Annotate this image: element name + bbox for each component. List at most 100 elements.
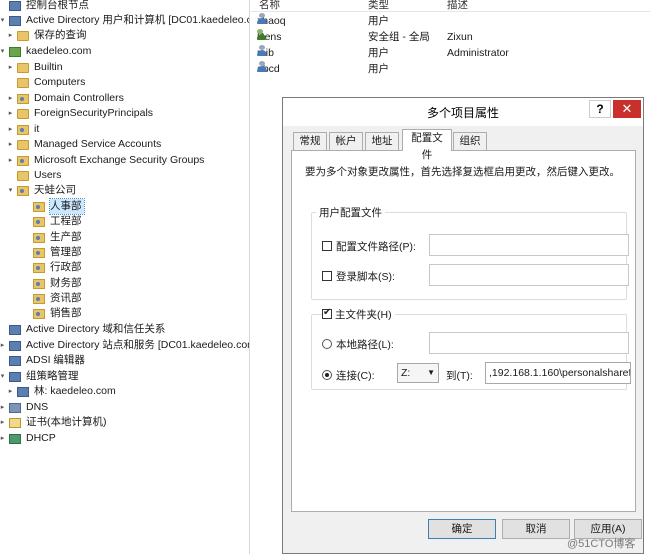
- list-item[interactable]: zhaoq 用户: [251, 13, 650, 29]
- tree-item-label: 保存的查询: [34, 29, 87, 41]
- drive-letter-value: Z:: [401, 367, 411, 379]
- tree-item[interactable]: 工程部: [22, 214, 82, 229]
- expand-right-icon[interactable]: ▸: [0, 415, 7, 430]
- tab-organization[interactable]: 组织: [453, 132, 487, 150]
- tree-item-label: Active Directory 域和信任关系: [26, 323, 166, 335]
- tree-item[interactable]: ▸ Domain Controllers: [6, 91, 124, 106]
- home-folder-checkbox[interactable]: [322, 307, 332, 319]
- list-item[interactable]: mib 用户 Administrator: [251, 45, 650, 61]
- connect-radio[interactable]: [322, 370, 332, 380]
- drive-letter-select[interactable]: Z: ▼: [397, 363, 439, 383]
- expand-down-icon[interactable]: ▾: [0, 44, 7, 59]
- local-path-radio[interactable]: [322, 339, 332, 349]
- tree-item-label: kaedeleo.com: [26, 45, 92, 57]
- tree-item[interactable]: 资讯部: [22, 291, 82, 306]
- tree-item-label: ForeignSecurityPrincipals: [34, 107, 154, 119]
- expand-down-icon[interactable]: ▾: [0, 13, 7, 28]
- column-header-type[interactable]: 类型: [368, 0, 389, 11]
- tree-item[interactable]: ▸ DNS: [0, 400, 48, 415]
- tree-item-label: Managed Service Accounts: [34, 138, 162, 150]
- tree-item[interactable]: 人事部: [22, 198, 85, 215]
- logon-script-field[interactable]: [429, 264, 629, 286]
- folder-icon: [17, 139, 29, 150]
- tree-item-label: 林: kaedeleo.com: [34, 385, 116, 397]
- connect-path-field[interactable]: ,192.168.1.160\personalsharefile: [485, 362, 631, 384]
- tree-item[interactable]: Active Directory 域和信任关系: [0, 322, 165, 337]
- tree-item[interactable]: 行政部: [22, 260, 82, 275]
- profile-path-checkbox[interactable]: [322, 241, 332, 251]
- expand-right-icon[interactable]: ▸: [6, 106, 15, 121]
- expand-right-icon[interactable]: ▸: [0, 431, 7, 446]
- close-button[interactable]: ✕: [613, 100, 641, 118]
- expand-right-icon[interactable]: ▸: [6, 91, 15, 106]
- tree-item[interactable]: Users: [6, 168, 61, 183]
- user-profile-group-legend: 用户配置文件: [316, 205, 385, 220]
- watermark: @51CTO博客: [567, 538, 636, 550]
- instruction-text: 要为多个对象更改属性，首先选择复选框启用更改，然后键入更改。: [305, 166, 620, 178]
- tree-item[interactable]: ▸ Managed Service Accounts: [6, 137, 162, 152]
- tree-item[interactable]: ▾ Active Directory 用户和计算机 [DC01.kaedeleo.…: [0, 13, 249, 28]
- expand-right-icon[interactable]: ▸: [0, 338, 7, 353]
- tree-item[interactable]: ▸ Microsoft Exchange Security Groups: [6, 153, 205, 168]
- ok-button[interactable]: 确定: [428, 519, 496, 539]
- list-item-type: 用户: [368, 47, 389, 59]
- expand-right-icon[interactable]: ▸: [6, 28, 15, 43]
- tree-item[interactable]: ▸ DHCP: [0, 431, 56, 446]
- tree-item-label: Microsoft Exchange Security Groups: [34, 154, 205, 166]
- ad-users-computers-icon: [9, 15, 21, 26]
- expand-down-icon[interactable]: ▾: [0, 369, 7, 384]
- ou-icon: [33, 216, 45, 227]
- tree-item[interactable]: ▸ Builtin: [6, 60, 63, 75]
- logon-script-checkbox[interactable]: [322, 271, 332, 281]
- tree-item[interactable]: ▾ kaedeleo.com: [0, 44, 92, 59]
- tree-item[interactable]: 控制台根节点: [0, 0, 89, 13]
- tree-item-label: 组策略管理: [26, 370, 79, 382]
- multiple-properties-dialog: 多个项目属性 ? ✕ 常规 帐户 地址 配置文件 组织 要为多个对象更改属性，首…: [282, 97, 644, 554]
- cancel-button[interactable]: 取消: [502, 519, 570, 539]
- tree-item[interactable]: ▾ 天蛙公司: [6, 183, 76, 198]
- column-header-description[interactable]: 描述: [447, 0, 468, 11]
- expand-right-icon[interactable]: ▸: [0, 400, 7, 415]
- dialog-titlebar[interactable]: 多个项目属性 ? ✕: [283, 98, 643, 126]
- console-tree[interactable]: 控制台根节点 ▾ Active Directory 用户和计算机 [DC01.kae…: [0, 0, 250, 554]
- tree-item[interactable]: ▸ 林: kaedeleo.com: [6, 384, 116, 399]
- tree-item[interactable]: ▸ 保存的查询: [6, 28, 87, 43]
- column-header-name[interactable]: 名称: [259, 0, 280, 11]
- expand-down-icon[interactable]: ▾: [6, 183, 15, 198]
- expand-right-icon[interactable]: ▸: [6, 60, 15, 75]
- tab-profile[interactable]: 配置文件: [402, 129, 452, 161]
- tree-item[interactable]: ▸ Active Directory 站点和服务 [DC01.kaedeleo.c…: [0, 338, 249, 353]
- tree-item[interactable]: ▸ it: [6, 122, 40, 137]
- list-item-name-cell: abcd: [257, 61, 280, 77]
- tree-item[interactable]: 管理部: [22, 245, 82, 260]
- local-path-field[interactable]: [429, 332, 629, 354]
- expand-right-icon[interactable]: ▸: [6, 137, 15, 152]
- tree-item[interactable]: ADSI 编辑器: [0, 353, 85, 368]
- tree-item-label: 财务部: [50, 277, 82, 289]
- dhcp-icon: [9, 433, 21, 444]
- tree-item[interactable]: ▾ 组策略管理: [0, 369, 79, 384]
- tree-item[interactable]: 销售部: [22, 306, 82, 321]
- profile-path-field[interactable]: [429, 234, 629, 256]
- tree-item[interactable]: ▸ ForeignSecurityPrincipals: [6, 106, 153, 121]
- list-item[interactable]: Rens 安全组 - 全局 Zixun: [251, 29, 650, 45]
- tree-item-label: 行政部: [50, 261, 82, 273]
- help-button[interactable]: ?: [589, 100, 611, 118]
- tree-item[interactable]: Computers: [6, 75, 85, 90]
- list-item-description: Administrator: [447, 47, 509, 59]
- tree-item[interactable]: 生产部: [22, 230, 82, 245]
- expand-right-icon[interactable]: ▸: [6, 153, 15, 168]
- expand-right-icon[interactable]: ▸: [6, 384, 15, 399]
- tree-item[interactable]: 财务部: [22, 276, 82, 291]
- tree-item[interactable]: ▸ 证书(本地计算机): [0, 415, 107, 430]
- tab-general[interactable]: 常规: [293, 132, 327, 150]
- list-item-name-cell: Rens: [257, 29, 282, 45]
- tab-address[interactable]: 地址: [365, 132, 399, 150]
- tree-item-label: Users: [34, 169, 62, 181]
- list-item-type: 用户: [368, 15, 389, 27]
- folder-icon: [17, 108, 29, 119]
- expand-right-icon[interactable]: ▸: [6, 122, 15, 137]
- list-item[interactable]: abcd 用户: [251, 61, 650, 77]
- tree-item-label: DNS: [26, 401, 49, 413]
- tab-account[interactable]: 帐户: [329, 132, 363, 150]
